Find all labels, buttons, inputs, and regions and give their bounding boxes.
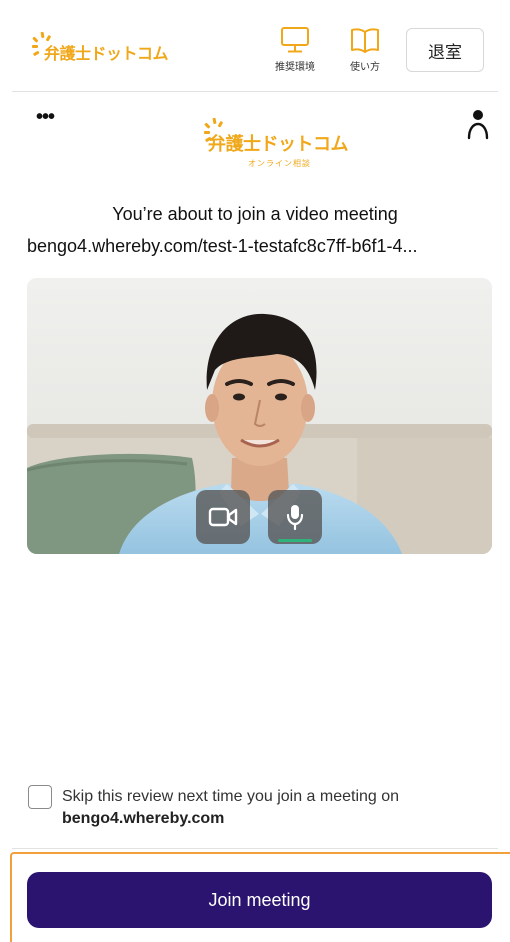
skip-review-domain: bengo4.whereby.com: [62, 810, 225, 827]
nav-label: 推奨環境: [275, 62, 315, 73]
logo-text: 弁護士ドットコム: [44, 44, 169, 63]
skip-review-label[interactable]: Skip this review next time you join a me…: [62, 786, 492, 830]
more-dots-icon[interactable]: •••: [36, 107, 55, 127]
nav-recommended-environment[interactable]: 推奨環境: [265, 26, 325, 86]
leave-room-button[interactable]: 退室: [406, 28, 484, 72]
person-icon[interactable]: [466, 108, 490, 140]
camera-toggle-button[interactable]: [196, 490, 250, 544]
nav-how-to-use[interactable]: 使い方: [335, 26, 395, 86]
logo-subtitle: オンライン相談: [248, 159, 311, 168]
meeting-brand-logo: 弁護士ドットコム オンライン相談: [190, 118, 349, 178]
video-frame: [27, 278, 492, 554]
brand-logo[interactable]: 弁護士ドットコム: [32, 32, 182, 78]
book-icon: [351, 28, 379, 53]
app-header: 弁護士ドットコム 推奨環境 使い方 退室: [12, 10, 498, 92]
camera-icon: [208, 507, 238, 527]
self-video-preview: [27, 278, 492, 554]
room-url: bengo4.whereby.com/test-1-testafc8c7ff-b…: [27, 236, 418, 256]
mic-level-meter: [278, 539, 312, 542]
join-meeting-button[interactable]: Join meeting: [27, 872, 492, 928]
skip-review-text: Skip this review next time you join a me…: [62, 788, 400, 805]
microphone-icon: [286, 505, 304, 531]
join-heading: You’re about to join a video meeting: [112, 204, 398, 224]
monitor-icon: [281, 27, 309, 53]
footer-divider: [12, 848, 498, 849]
skip-review-checkbox[interactable]: [28, 785, 52, 809]
nav-label: 使い方: [350, 62, 380, 73]
microphone-toggle-button[interactable]: [268, 490, 322, 544]
logo-text: 弁護士ドットコム: [208, 134, 349, 155]
